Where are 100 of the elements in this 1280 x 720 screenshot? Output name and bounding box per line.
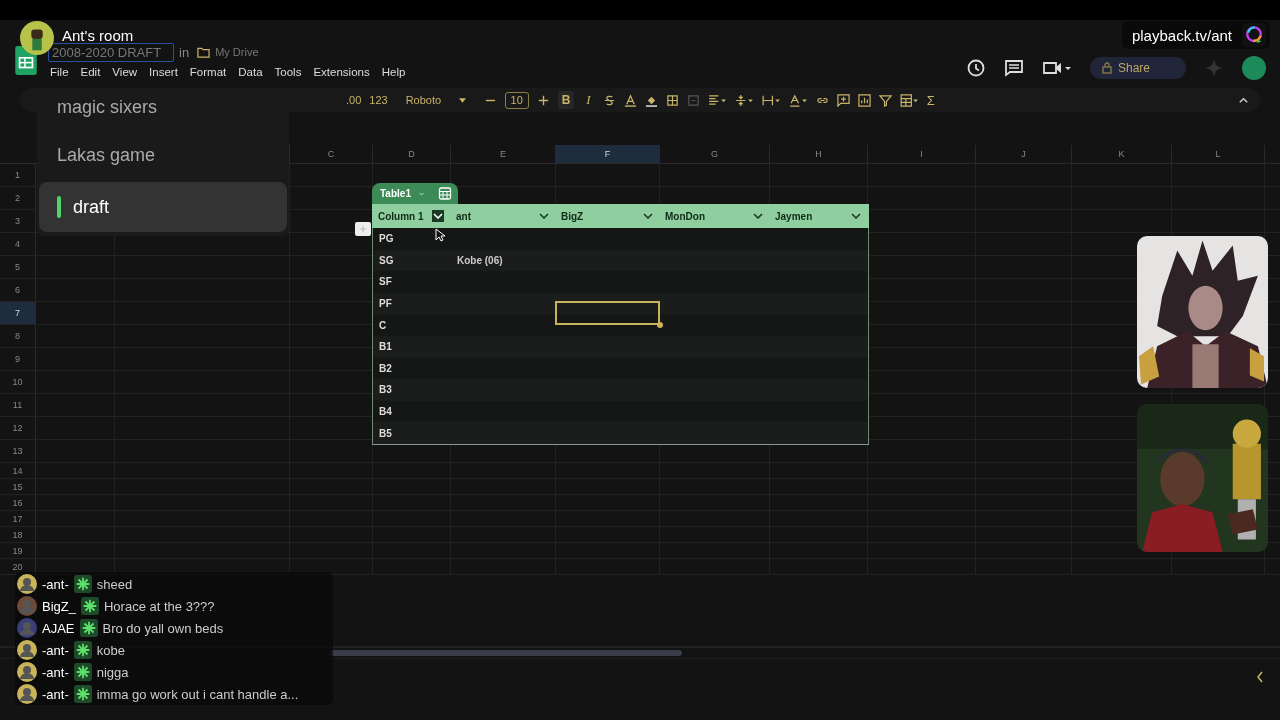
table-column-header[interactable]: ant <box>450 204 555 228</box>
sparkle-badge-icon <box>73 663 92 681</box>
room-item[interactable]: magic sixers <box>39 96 287 128</box>
font-size-field[interactable]: 10 <box>504 91 529 109</box>
chevron-down-icon <box>851 213 861 219</box>
row-header[interactable]: 9 <box>0 348 36 370</box>
row-header[interactable]: 17 <box>0 511 36 526</box>
increase-decimal-button[interactable]: .00 <box>346 94 362 106</box>
menu-item[interactable]: Format <box>183 66 233 78</box>
column-header[interactable]: I <box>868 145 976 163</box>
borders-icon[interactable] <box>665 93 679 107</box>
bold-button[interactable]: B <box>557 91 575 109</box>
room-item[interactable]: Lakas game <box>39 130 287 180</box>
vertical-align-icon[interactable] <box>734 93 754 107</box>
account-avatar[interactable] <box>1242 56 1266 80</box>
plus-icon[interactable] <box>536 93 550 107</box>
room-item[interactable]: draft <box>39 182 287 232</box>
column-header[interactable]: J <box>976 145 1072 163</box>
chat-username: BigZ_ <box>42 598 76 614</box>
row-header[interactable]: 1 <box>0 164 36 186</box>
document-title-field[interactable]: 2008-2020 DRAFT <box>48 42 174 62</box>
chat-username: -ant- <box>42 642 69 658</box>
sparkle-badge-icon <box>73 685 92 703</box>
row-header[interactable]: 4 <box>0 233 36 255</box>
room-avatar <box>20 21 54 55</box>
row-header[interactable]: 19 <box>0 543 36 558</box>
chat-username: -ant- <box>42 664 69 680</box>
table-cell: Kobe (06) <box>457 254 503 266</box>
column-header[interactable]: D <box>373 145 451 163</box>
table-name-tab[interactable]: Table1 <box>372 183 432 204</box>
table-cell: B5 <box>379 427 392 439</box>
row-header[interactable]: 15 <box>0 479 36 494</box>
chat-message: kobe <box>96 642 125 658</box>
table-column-header[interactable]: BigZ <box>555 204 659 228</box>
history-icon[interactable] <box>966 58 986 78</box>
user-avatar <box>17 640 37 660</box>
table-cell: SF <box>379 276 392 288</box>
row-header[interactable]: 11 <box>0 394 36 416</box>
menu-item[interactable]: View <box>106 66 144 78</box>
font-dropdown[interactable]: Roboto <box>405 94 466 106</box>
comment-icon[interactable] <box>1004 58 1024 78</box>
row-header[interactable]: 16 <box>0 495 36 510</box>
menu-item[interactable]: Data <box>232 66 269 78</box>
scrollbar-thumb[interactable] <box>330 650 682 656</box>
text-rotation-icon[interactable] <box>788 93 808 107</box>
row-header[interactable]: 12 <box>0 417 36 439</box>
chevron-left-icon[interactable] <box>1256 671 1264 683</box>
italic-button[interactable]: I <box>582 90 595 110</box>
number-format-button[interactable]: 123 <box>369 94 388 106</box>
functions-button[interactable]: Σ <box>926 92 935 108</box>
calculator-icon[interactable] <box>432 183 458 204</box>
chat-message: sheed <box>96 576 133 592</box>
menu-item[interactable]: Insert <box>143 66 184 78</box>
table-column-header[interactable]: Jaymen <box>769 204 867 228</box>
menu-item[interactable]: Edit <box>74 66 107 78</box>
menu-item[interactable]: Extensions <box>307 66 376 78</box>
row-header[interactable]: 3 <box>0 210 36 232</box>
chevron-down-icon <box>539 213 549 219</box>
table-cell: C <box>379 319 387 331</box>
menu-item[interactable]: File <box>48 66 75 78</box>
user-avatar <box>17 596 37 616</box>
text-wrap-icon[interactable] <box>761 93 781 107</box>
menu-item[interactable]: Tools <box>268 66 308 78</box>
row-header[interactable]: 18 <box>0 527 36 542</box>
chat-username: -ant- <box>42 686 69 702</box>
row-header[interactable]: 10 <box>0 371 36 393</box>
align-icon[interactable] <box>707 93 727 107</box>
insert-comment-icon[interactable] <box>836 93 850 107</box>
column-header[interactable]: L <box>1172 145 1265 163</box>
row-header[interactable]: 8 <box>0 325 36 347</box>
table-icon[interactable] <box>899 93 919 107</box>
column-header[interactable]: C <box>290 145 373 163</box>
menu-item[interactable]: Help <box>375 66 412 78</box>
column-header[interactable]: F <box>556 145 660 163</box>
selected-cell[interactable] <box>555 301 660 325</box>
table-column-header[interactable]: Column 1 <box>372 204 450 228</box>
share-button[interactable]: Share <box>1090 57 1186 79</box>
row-header[interactable]: 14 <box>0 463 36 478</box>
text-color-icon[interactable] <box>623 93 637 107</box>
column-header[interactable]: H <box>770 145 868 163</box>
chart-icon[interactable] <box>857 93 871 107</box>
filter-icon[interactable] <box>878 93 892 107</box>
row-header[interactable]: 13 <box>0 440 36 462</box>
row-header[interactable]: 7 <box>0 302 36 324</box>
drive-location-link[interactable]: My Drive <box>215 46 259 58</box>
sparkle-badge-icon <box>73 641 92 659</box>
row-header[interactable]: 2 <box>0 187 36 209</box>
strikethrough-icon[interactable] <box>602 93 616 107</box>
merge-cells-icon[interactable] <box>686 93 700 107</box>
table-cell: PF <box>379 298 392 310</box>
sparkle-badge-icon <box>79 619 98 637</box>
row-header[interactable]: 6 <box>0 279 36 301</box>
column-header[interactable]: G <box>660 145 770 163</box>
table-column-header[interactable]: MonDon <box>659 204 769 228</box>
chat-message: nigga <box>96 664 129 680</box>
row-header[interactable]: 5 <box>0 256 36 278</box>
user-avatar <box>17 684 37 704</box>
chevron-down-icon <box>643 213 653 219</box>
folder-icon[interactable] <box>197 46 211 58</box>
column-header[interactable]: K <box>1072 145 1172 163</box>
